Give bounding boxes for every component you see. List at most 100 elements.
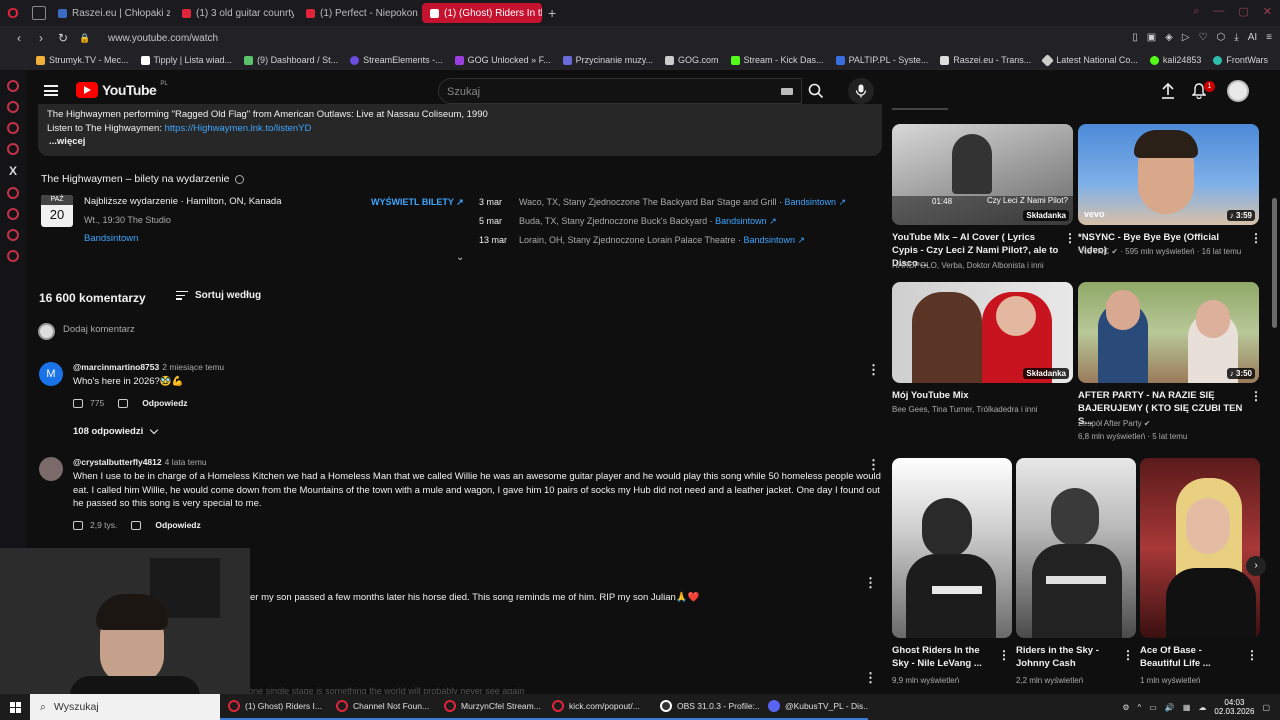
bookmark-item[interactable]: Stream - Kick Das... bbox=[730, 55, 824, 65]
more-icon[interactable]: ⋮ bbox=[998, 648, 1010, 662]
bookmark-item[interactable]: Latest National Co... bbox=[1041, 53, 1138, 67]
tab-overview-icon[interactable] bbox=[32, 6, 46, 20]
clock[interactable]: 04:03 02.03.2026 bbox=[1214, 698, 1254, 716]
comment-more-icon[interactable]: ⋮ bbox=[864, 670, 877, 686]
more-icon[interactable]: ⋮ bbox=[1250, 231, 1262, 245]
dislike-icon[interactable] bbox=[131, 520, 142, 530]
tab-raszei[interactable]: Raszei.eu | Chłopaki z Ras bbox=[50, 3, 170, 23]
vpn-icon[interactable] bbox=[7, 229, 19, 241]
pinboard-icon[interactable] bbox=[7, 101, 19, 113]
messenger-icon[interactable] bbox=[7, 122, 19, 134]
more-icon[interactable]: ⋮ bbox=[1246, 648, 1258, 662]
chevron-up-icon[interactable]: ^ bbox=[1138, 703, 1142, 712]
bookmark-item[interactable]: Przycinanie muzy... bbox=[562, 55, 653, 65]
short-title[interactable]: Ghost Riders In the Sky - Nile LeVang ..… bbox=[892, 644, 997, 670]
new-tab-button[interactable]: + bbox=[548, 5, 556, 21]
taskbar-app[interactable]: Channel Not Foun... bbox=[328, 694, 436, 720]
like-icon[interactable] bbox=[73, 398, 83, 408]
video-thumbnail[interactable]: ♪ 3:50 bbox=[1078, 282, 1259, 383]
tab-ghost-riders[interactable]: (1) (Ghost) Riders In th bbox=[422, 3, 542, 23]
close-icon[interactable]: ✕ bbox=[1263, 5, 1272, 18]
ai-button[interactable]: AI bbox=[1248, 32, 1257, 43]
maximize-icon[interactable]: ▢ bbox=[1238, 5, 1248, 18]
video-description[interactable]: The Highwaymen performing "Ragged Old Fl… bbox=[38, 104, 882, 156]
aria-icon[interactable] bbox=[7, 80, 19, 92]
more-icon[interactable]: ⋮ bbox=[1122, 648, 1134, 662]
comment-avatar[interactable] bbox=[39, 457, 63, 481]
tray-app-icon[interactable]: ⚙ bbox=[1122, 703, 1129, 712]
reload-icon[interactable]: ↻ bbox=[54, 31, 72, 45]
taskbar-app[interactable]: (1) Ghost) Riders I... bbox=[220, 694, 328, 720]
bookmark-item[interactable]: StreamElements -... bbox=[350, 55, 443, 65]
info-icon[interactable] bbox=[234, 174, 244, 184]
short-thumbnail[interactable] bbox=[892, 458, 1012, 638]
heart-icon[interactable]: ♡ bbox=[1199, 32, 1208, 43]
upload-icon[interactable] bbox=[1161, 82, 1175, 102]
minimize-icon[interactable]: — bbox=[1213, 5, 1224, 18]
bookmark-item[interactable]: PALTIP.PL - Syste... bbox=[835, 55, 928, 65]
taskbar-app[interactable]: kick.com/popout/... bbox=[544, 694, 652, 720]
video-title[interactable]: Mój YouTube Mix bbox=[892, 389, 1062, 402]
show-more-button[interactable]: ...więcej bbox=[49, 135, 873, 149]
reply-button[interactable]: Odpowiedz bbox=[142, 398, 187, 408]
instagram-icon[interactable] bbox=[7, 143, 19, 155]
dislike-icon[interactable] bbox=[118, 398, 129, 408]
taskbar-app[interactable]: MurzynCfel Stream... bbox=[436, 694, 544, 720]
voice-search-button[interactable] bbox=[848, 78, 874, 104]
bookmark-item[interactable]: (9) Dashboard / St... bbox=[244, 55, 338, 65]
replies-toggle[interactable]: 108 odpowiedzi bbox=[73, 425, 159, 437]
bookmark-item[interactable]: FrontWars bbox=[1213, 55, 1268, 65]
start-button[interactable] bbox=[0, 694, 30, 720]
tour-link[interactable]: Bandsintown ↗ bbox=[715, 216, 777, 226]
comment-time[interactable]: 4 lata temu bbox=[165, 457, 207, 467]
bookmark-item[interactable]: Strumyk.TV - Mec... bbox=[36, 55, 129, 65]
short-thumbnail[interactable] bbox=[1140, 458, 1260, 638]
tour-link[interactable]: Bandsintown ↗ bbox=[743, 235, 805, 245]
page-scrollbar[interactable] bbox=[1272, 198, 1277, 328]
more-icon[interactable]: ⋮ bbox=[1064, 231, 1076, 245]
downloads-icon[interactable]: ⤓ bbox=[1234, 32, 1238, 43]
bookmark-item[interactable]: Tipply | Lista wiad... bbox=[140, 55, 232, 65]
account-avatar[interactable] bbox=[1227, 80, 1249, 102]
tab-old-guitar[interactable]: (1) 3 old guitar counrty - Y bbox=[174, 3, 294, 23]
x-twitter-icon[interactable]: X bbox=[9, 164, 17, 178]
bookmark-item[interactable]: kali24853 bbox=[1149, 55, 1201, 65]
video-thumbnail[interactable]: Czy Leci Z Nami Pilot? 01:48 Składanka bbox=[892, 124, 1073, 225]
short-thumbnail[interactable] bbox=[1016, 458, 1136, 638]
history-icon[interactable] bbox=[7, 208, 19, 220]
volume-icon[interactable]: 🔊 bbox=[1165, 703, 1175, 712]
network-icon[interactable]: ▭ bbox=[1149, 703, 1157, 712]
keyboard-icon[interactable] bbox=[781, 88, 793, 95]
tour-link[interactable]: Bandsintown ↗ bbox=[784, 197, 846, 207]
settings-icon[interactable] bbox=[7, 250, 19, 262]
chevron-down-icon[interactable]: ⌄ bbox=[456, 252, 464, 263]
menu-icon[interactable] bbox=[44, 85, 58, 96]
like-icon[interactable] bbox=[73, 520, 83, 530]
reply-button[interactable]: Odpowiedz bbox=[155, 520, 200, 530]
cloud-icon[interactable]: ☁ bbox=[1198, 703, 1206, 712]
view-tickets-button[interactable]: WYŚWIETL BILETY ↗ bbox=[371, 197, 464, 208]
comment-more-icon[interactable]: ⋮ bbox=[867, 362, 880, 378]
comment-author[interactable]: @marcinmartino8753 bbox=[73, 362, 159, 372]
keyboard-layout-icon[interactable]: ▦ bbox=[1183, 703, 1191, 712]
comment-author[interactable]: @crystalbutterfly4812 bbox=[73, 457, 162, 467]
event-bandsintown-link[interactable]: Bandsintown bbox=[84, 233, 138, 244]
bookmark-item[interactable]: GOG Unlocked » F... bbox=[454, 55, 551, 65]
url-field[interactable]: www.youtube.com/watch bbox=[108, 33, 218, 44]
more-icon[interactable]: ⋮ bbox=[1250, 389, 1262, 403]
bookmark-item[interactable]: GOG.com bbox=[665, 55, 719, 65]
snapshot-icon[interactable]: ▣ bbox=[1147, 32, 1156, 43]
search-tabs-icon[interactable]: ⌕ bbox=[1193, 5, 1199, 18]
youtube-logo[interactable]: YouTube PL bbox=[76, 81, 168, 98]
video-thumbnail[interactable]: vevo ♪ 3:59 bbox=[1078, 124, 1259, 225]
short-title[interactable]: Riders in the Sky - Johnny Cash bbox=[1016, 644, 1121, 670]
video-thumbnail[interactable]: Składanka bbox=[892, 282, 1073, 383]
notifications-icon[interactable]: ▢ bbox=[1262, 703, 1270, 712]
opera-logo-icon[interactable]: O bbox=[0, 0, 26, 26]
search-input[interactable] bbox=[447, 83, 747, 101]
taskbar-app[interactable]: @KubusTV_PL - Dis... bbox=[760, 694, 868, 720]
comment-time[interactable]: 2 miesiące temu bbox=[162, 362, 224, 372]
play-icon[interactable]: ▷ bbox=[1182, 32, 1190, 43]
add-comment-input[interactable]: Dodaj komentarz bbox=[63, 324, 135, 335]
player-icon[interactable] bbox=[7, 187, 19, 199]
